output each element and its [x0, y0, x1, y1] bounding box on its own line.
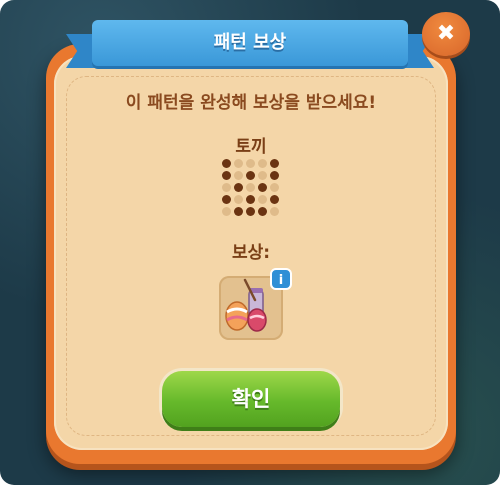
pattern-dot — [246, 207, 255, 216]
info-icon[interactable]: i — [270, 268, 292, 290]
pattern-dot — [258, 171, 267, 180]
pattern-dot — [234, 171, 243, 180]
pattern-dot — [246, 159, 255, 168]
pattern-dot — [270, 183, 279, 192]
pattern-dot — [234, 195, 243, 204]
pattern-dot — [270, 159, 279, 168]
dialog-title: 패턴 보상 — [92, 20, 408, 66]
reward-label: 보상: — [231, 243, 271, 263]
pattern-dot — [270, 171, 279, 180]
pattern-dot — [258, 207, 267, 216]
pattern-dot — [234, 159, 243, 168]
pattern-dot — [258, 195, 267, 204]
instruction-message: 이 패턴을 완성해 보상을 받으세요! — [125, 93, 377, 113]
pattern-dot — [234, 183, 243, 192]
pattern-dot — [246, 171, 255, 180]
pattern-name: 토끼 — [235, 137, 267, 157]
pattern-dot — [222, 207, 231, 216]
close-button[interactable]: ✖ — [422, 12, 470, 56]
pattern-dot — [258, 159, 267, 168]
pattern-dot — [222, 195, 231, 204]
pattern-dot — [222, 171, 231, 180]
pattern-dot — [234, 207, 243, 216]
confirm-button[interactable]: 확인 — [162, 371, 340, 427]
pattern-dot — [246, 195, 255, 204]
pattern-dot — [246, 183, 255, 192]
pattern-dot — [270, 195, 279, 204]
title-ribbon: 패턴 보상 — [66, 20, 434, 72]
pattern-dot — [222, 183, 231, 192]
pattern-dot — [258, 183, 267, 192]
close-icon: ✖ — [436, 21, 456, 46]
pattern-grid — [222, 159, 280, 217]
pattern-dot — [270, 207, 279, 216]
pattern-dot — [222, 159, 231, 168]
